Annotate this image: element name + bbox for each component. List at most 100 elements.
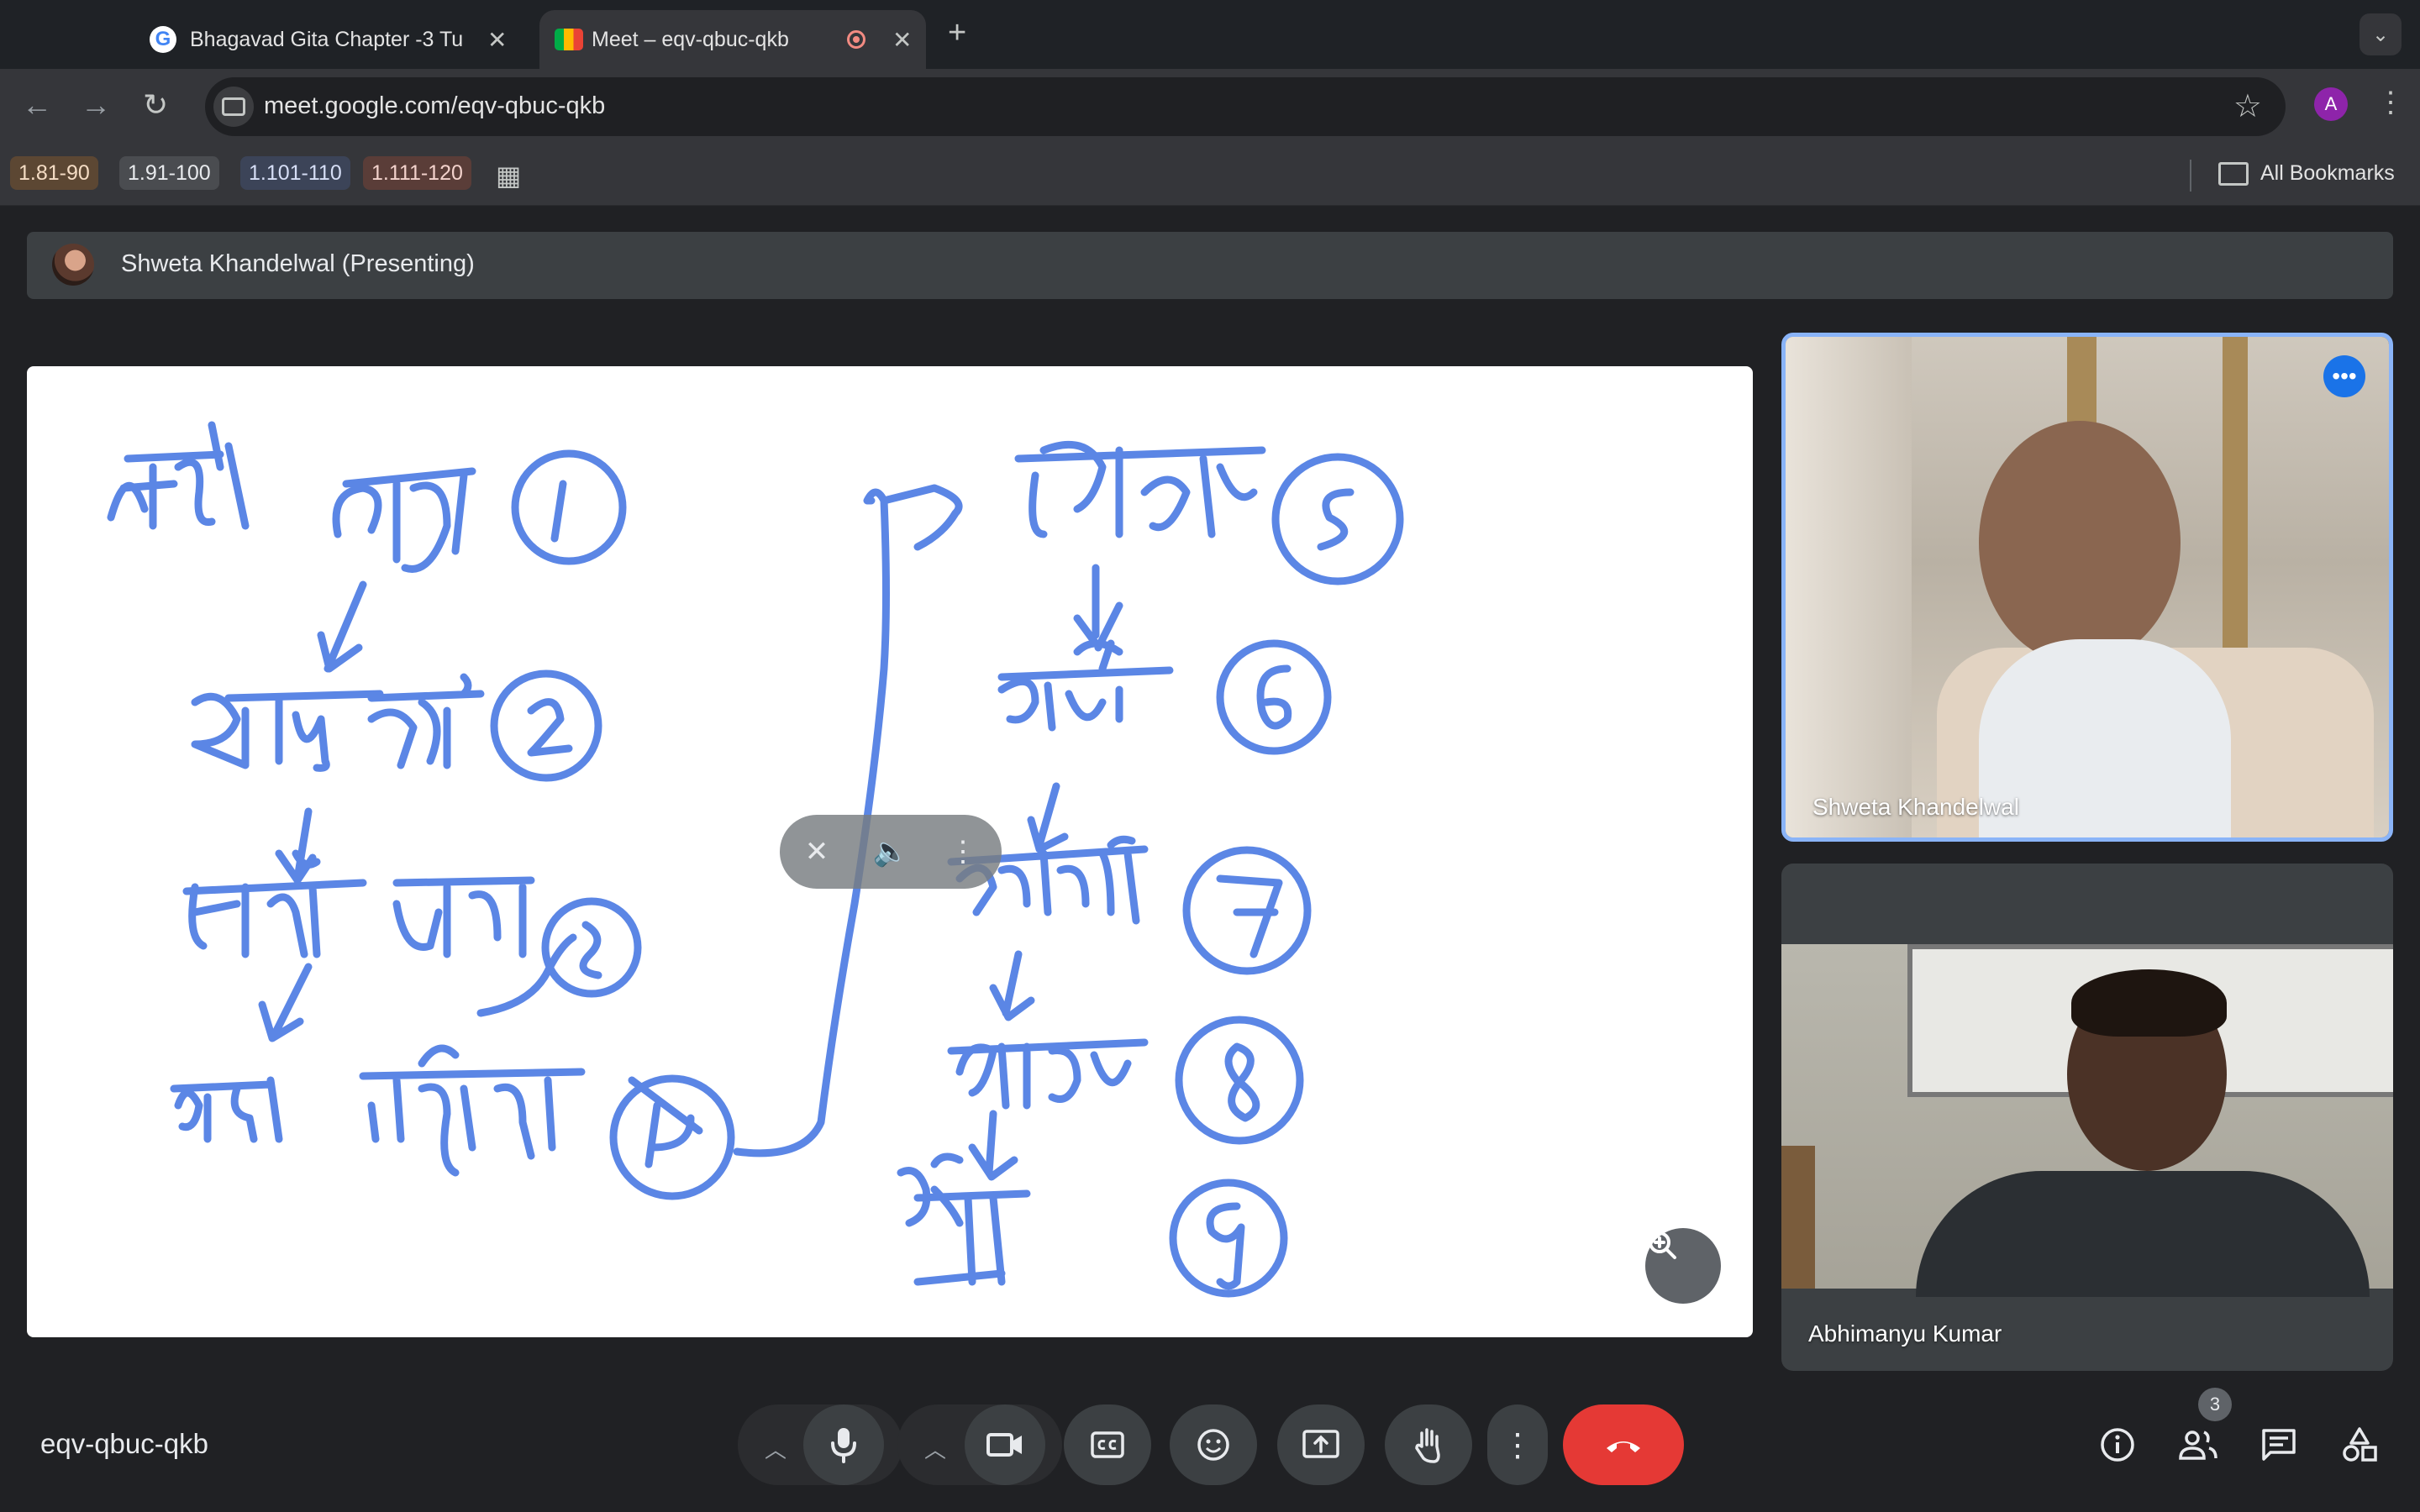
all-bookmarks-button[interactable]: All Bookmarks [2218,161,2395,186]
bookmarks-bar: 1.81-90 1.91-100 1.101-110 1.111-120 ▦ A… [0,144,2420,206]
microphone-icon [831,1428,856,1463]
presentation-controls: ✕ 🔈 ⋮ [780,815,1002,889]
bookmark-star-icon[interactable]: ☆ [2233,87,2262,125]
arrow [968,1110,1018,1181]
tab-strip: G Bhagavad Gita Chapter -3 Tu ✕ Meet – e… [0,0,2420,69]
more-options-button[interactable]: ⋮ [1487,1404,1548,1485]
presenting-label: Shweta Khandelwal (Presenting) [121,250,475,277]
zoom-in-icon [1649,1231,1676,1259]
presenting-banner: Shweta Khandelwal (Presenting) [27,232,2393,299]
participant-video [1781,944,2393,1297]
handwritten-word [1014,440,1266,538]
meeting-code: eqv-qbuc-qkb [40,1428,208,1459]
reactions-button[interactable] [1170,1404,1257,1485]
end-call-icon [1607,1441,1640,1452]
recording-icon [847,30,865,49]
participant-name: Abhimanyu Kumar [1808,1320,2002,1347]
address-bar[interactable]: meet.google.com/eqv-qbuc-qkb ☆ [205,77,2286,136]
tab-title: Bhagavad Gita Chapter -3 Tu [190,27,464,51]
arrow [1027,782,1069,853]
tab-search-chevron-icon[interactable]: ⌄ [2360,13,2402,55]
raise-hand-button[interactable] [1385,1404,1472,1485]
circled-number [609,1074,735,1200]
activities-button[interactable] [2336,1421,2383,1468]
bookmarks-divider [2190,160,2191,192]
tab-meet[interactable]: Meet – eqv-qbuc-qkb ✕ [539,10,926,69]
close-tab-icon[interactable]: ✕ [892,26,912,54]
tab-bhagavad-gita[interactable]: G Bhagavad Gita Chapter -3 Tu ✕ [134,10,521,69]
handwritten-word [947,1038,1149,1110]
captions-button[interactable] [1064,1404,1151,1485]
folder-icon [2218,161,2249,186]
circled-number [511,449,627,565]
participant-video [1786,337,2389,837]
circled-number [1216,639,1332,755]
microphone-button[interactable] [803,1404,884,1485]
bookmark-item[interactable]: 1.111-120 [363,156,471,190]
forward-icon[interactable]: → [81,87,111,123]
circled-number [490,669,602,782]
apps-grid-icon[interactable]: ▦ [496,160,521,192]
emoji-icon [1197,1429,1229,1461]
meet-favicon-icon [555,29,583,50]
participant-tile[interactable]: Abhimanyu Kumar [1781,864,2393,1371]
browser-toolbar: ← → ↻ meet.google.com/eqv-qbuc-qkb ☆ A ⋮ [0,69,2420,144]
handwritten-word [170,1044,586,1177]
handwritten-word [897,1152,1031,1286]
camera-icon [986,1433,1022,1457]
arrow [1073,564,1123,652]
chat-button[interactable] [2255,1421,2302,1468]
shared-screen-whiteboard: ✕ 🔈 ⋮ [27,366,1753,1337]
handwritten-digit [1317,488,1355,551]
avatar [52,244,94,286]
people-button[interactable] [2175,1421,2222,1468]
closed-captions-icon [1091,1431,1124,1458]
handwritten-digit [550,480,567,543]
video-options-chevron-icon[interactable]: ︿ [924,1433,946,1464]
back-icon[interactable]: ← [22,87,52,123]
people-icon [2179,1431,2217,1460]
handwritten-digit [1224,1042,1260,1122]
unpin-icon[interactable]: ✕ [798,833,835,870]
close-tab-icon[interactable]: ✕ [487,26,507,54]
url-text[interactable]: meet.google.com/eqv-qbuc-qkb [264,92,605,120]
person-hair [2071,969,2227,1037]
person-head [1979,421,2181,664]
arrow [275,807,317,885]
browser-menu-icon[interactable]: ⋮ [2376,86,2405,119]
arrow [317,580,367,673]
participant-count-badge: 3 [2198,1388,2232,1421]
handwritten-word [997,639,1174,732]
camera-permission-icon[interactable] [213,87,254,127]
chat-icon [2262,1429,2296,1461]
volume-icon[interactable]: 🔈 [872,833,909,870]
google-favicon-icon: G [150,26,176,53]
handwritten-digit [527,698,573,757]
handwritten-digit [579,921,602,979]
audio-options-chevron-icon[interactable]: ︿ [765,1433,786,1464]
handwritten-digit [1216,874,1283,958]
participant-tile[interactable]: ••• Shweta Khandelwal [1781,333,2393,842]
arrow [258,963,313,1042]
tab-title: Meet – eqv-qbuc-qkb [592,27,789,51]
arrow [989,950,1035,1021]
all-bookmarks-label: All Bookmarks [2260,161,2395,185]
new-tab-icon[interactable]: + [948,15,966,51]
zoom-in-button[interactable] [1645,1228,1721,1304]
handwritten-digit [1256,664,1292,730]
reload-icon[interactable]: ↻ [143,87,168,123]
bookmark-item[interactable]: 1.91-100 [119,156,219,190]
leave-call-button[interactable] [1563,1404,1684,1485]
camera-button[interactable] [965,1404,1045,1485]
present-screen-button[interactable] [1277,1404,1365,1485]
more-options-icon[interactable]: ••• [2323,355,2365,397]
person-shirt [1916,1171,2370,1297]
meeting-details-button[interactable] [2094,1421,2141,1468]
bookmark-item[interactable]: 1.81-90 [10,156,98,190]
profile-avatar[interactable]: A [2314,87,2348,121]
more-options-icon[interactable]: ⋮ [944,833,981,870]
handwritten-word [182,849,535,958]
info-icon [2101,1428,2134,1462]
bookmark-item[interactable]: 1.101-110 [240,156,350,190]
handwritten-digit [1206,1202,1245,1290]
